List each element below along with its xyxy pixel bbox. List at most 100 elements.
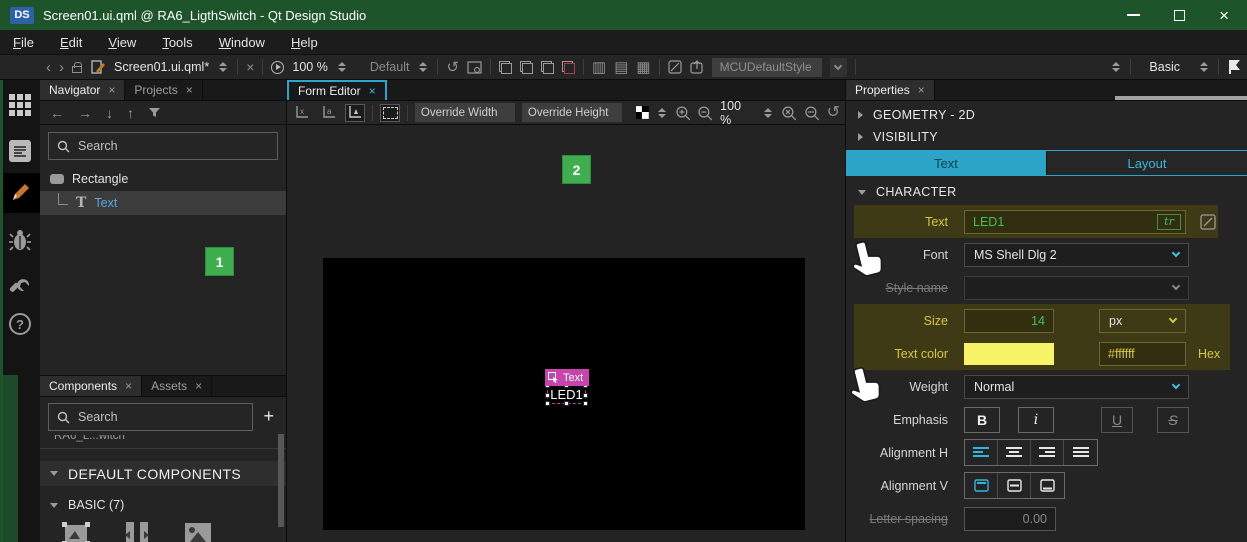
align-right-button[interactable] — [1031, 440, 1064, 465]
outline-group-icon[interactable] — [541, 61, 554, 74]
style-dropdown-arrow[interactable] — [830, 58, 847, 77]
resize-handle[interactable] — [564, 401, 569, 406]
section-basic[interactable]: BASIC (7) — [40, 495, 286, 515]
menu-window[interactable]: Window — [219, 35, 265, 50]
move-up-icon[interactable]: ↑ — [127, 105, 134, 121]
close-icon[interactable]: × — [125, 379, 132, 393]
no-snapping-icon[interactable]: x — [292, 104, 312, 122]
override-width-input[interactable] — [415, 103, 515, 122]
projects-mode-wrench-icon[interactable] — [0, 265, 40, 299]
canvas-color-spinner[interactable] — [656, 108, 668, 118]
edit-mode-icon[interactable] — [0, 134, 40, 168]
merge-with-star-icon[interactable] — [520, 61, 533, 74]
selected-text-item[interactable]: LED1 — [547, 385, 586, 404]
kit-spinner[interactable] — [1198, 62, 1210, 72]
align-bottom-button[interactable] — [1031, 473, 1064, 498]
zoom-selection-icon[interactable] — [804, 105, 820, 121]
selection-type-tag[interactable]: Text — [545, 369, 589, 386]
help-mode-icon[interactable]: ? — [0, 307, 40, 341]
layout-grid-icon[interactable]: ▦ — [636, 60, 650, 75]
snap-anchors-icon[interactable]: a — [319, 104, 339, 122]
document-spinner[interactable] — [217, 62, 229, 72]
override-height-input[interactable] — [522, 103, 622, 122]
workspace-icon[interactable] — [467, 61, 482, 74]
scrollbar[interactable] — [278, 434, 284, 527]
move-right-icon[interactable]: → — [78, 105, 92, 121]
maximize-button[interactable] — [1174, 10, 1185, 21]
zoom-in-icon[interactable] — [675, 105, 691, 121]
run-icon[interactable] — [271, 61, 284, 74]
style-dropdown[interactable]: MCUDefaultStyle — [712, 58, 822, 77]
weight-dropdown[interactable]: Normal — [964, 375, 1189, 399]
export-icon[interactable] — [690, 60, 704, 74]
move-left-icon[interactable]: ← — [50, 105, 64, 121]
tab-properties[interactable]: Properties × — [846, 80, 935, 100]
target-spinner[interactable] — [417, 62, 429, 72]
search-input[interactable] — [78, 139, 269, 153]
bookmark-flag-icon[interactable] — [1229, 59, 1241, 75]
scrollbar[interactable] — [1115, 96, 1247, 100]
align-center-h-button[interactable] — [998, 440, 1031, 465]
component-category-clipped[interactable]: RA6_L...witch — [40, 435, 286, 446]
underline-button[interactable]: U — [1101, 407, 1133, 433]
design-mode-icon[interactable] — [0, 173, 40, 213]
zoom-spinner[interactable] — [336, 62, 348, 72]
text-color-swatch[interactable] — [964, 343, 1054, 365]
section-character[interactable]: CHARACTER — [846, 181, 1247, 203]
tab-form-editor[interactable]: Form Editor × — [287, 80, 387, 100]
welcome-mode-icon[interactable] — [0, 88, 40, 122]
group-refresh-icon[interactable] — [562, 61, 575, 74]
align-left-button[interactable] — [965, 440, 998, 465]
align-justify-button[interactable] — [1064, 440, 1097, 465]
close-icon[interactable]: × — [918, 83, 925, 97]
components-search[interactable] — [48, 403, 253, 431]
subtab-layout[interactable]: Layout — [1046, 151, 1247, 175]
font-dropdown[interactable]: MS Shell Dlg 2 — [964, 243, 1189, 267]
reset-view-icon[interactable]: ↺ — [827, 105, 840, 121]
snap-objects-icon[interactable] — [345, 104, 365, 122]
resize-handle[interactable] — [583, 401, 588, 406]
layout-row-icon[interactable]: ▥ — [592, 60, 606, 75]
letter-spacing-input[interactable]: 0.00 — [964, 507, 1056, 531]
menu-help[interactable]: Help — [291, 35, 318, 50]
close-icon[interactable]: × — [195, 379, 202, 393]
align-top-button[interactable] — [965, 473, 998, 498]
close-icon[interactable]: × — [108, 83, 115, 97]
tab-components[interactable]: Components × — [40, 376, 142, 396]
tree-item-rectangle[interactable]: Rectangle — [40, 167, 286, 191]
kit-selector[interactable]: Basic — [1149, 60, 1180, 74]
close-icon[interactable]: × — [369, 84, 376, 98]
debug-mode-icon[interactable] — [0, 223, 40, 257]
zoom-out-icon[interactable] — [697, 105, 713, 121]
annotation-icon[interactable] — [668, 60, 682, 74]
close-document-icon[interactable]: × — [246, 60, 254, 74]
menu-file[interactable]: File — [13, 35, 34, 50]
canvas-color-swatch-icon[interactable] — [636, 106, 649, 119]
edit-document-icon[interactable] — [90, 59, 106, 75]
merge-template-icon[interactable] — [499, 61, 512, 74]
navigator-search[interactable] — [48, 132, 278, 160]
text-color-hex-input[interactable]: #ffffff — [1099, 342, 1186, 366]
close-icon[interactable]: × — [186, 83, 193, 97]
sync-icon[interactable]: ↺ — [446, 60, 459, 75]
menu-view[interactable]: View — [108, 35, 136, 50]
tab-assets[interactable]: Assets × — [142, 376, 212, 396]
move-down-icon[interactable]: ↓ — [106, 105, 113, 121]
canvas-zoom-spinner[interactable] — [762, 108, 774, 118]
size-input[interactable]: 14 — [964, 309, 1054, 333]
show-bounding-rect-icon[interactable] — [380, 104, 400, 122]
zoom-all-icon[interactable] — [781, 105, 797, 121]
close-button[interactable]: × — [1219, 7, 1229, 24]
unlock-icon[interactable] — [72, 66, 82, 73]
resize-handle[interactable] — [545, 401, 550, 406]
tree-item-text[interactable]: T Text — [40, 191, 286, 215]
flickable-component-icon[interactable] — [124, 522, 150, 542]
toolbar-zoom-value[interactable]: 100 % — [292, 60, 327, 74]
tab-navigator[interactable]: Navigator × — [40, 80, 125, 100]
tab-projects[interactable]: Projects × — [125, 80, 202, 100]
translate-button[interactable]: tr — [1157, 214, 1181, 230]
section-visibility[interactable]: VISIBILITY — [846, 126, 1247, 148]
align-middle-v-button[interactable] — [998, 473, 1031, 498]
back-icon[interactable]: ‹ — [46, 60, 51, 75]
edit-text-icon[interactable] — [1199, 213, 1217, 231]
